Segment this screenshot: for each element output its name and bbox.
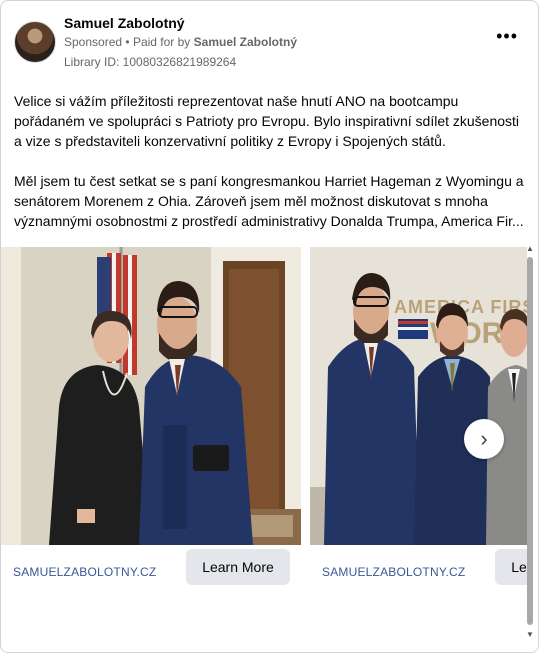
carousel-image-1[interactable] [1, 247, 301, 545]
page-avatar[interactable] [14, 21, 56, 63]
library-id: Library ID: 10080326821989264 [64, 55, 237, 69]
scroll-down-arrow-icon[interactable]: ▼ [526, 631, 534, 639]
post-paragraph-2-line-2: významnými osobnostmi z prostředí admini… [14, 213, 524, 229]
carousel-next-arrow-icon[interactable]: › [464, 419, 504, 459]
card-2-learn-more-button[interactable]: Learn More [495, 549, 527, 585]
carousel: SAMUELZABOLOTNY.CZ Learn More AMERICA FI… [1, 247, 527, 597]
post-paragraph-1: Velice si vážím příležitosti reprezentov… [14, 93, 520, 149]
page-name-link[interactable]: Samuel Zabolotný [64, 15, 185, 31]
ad-card: Samuel Zabolotný Sponsored • Paid for by… [0, 0, 539, 653]
scroll-up-arrow-icon[interactable]: ▲ [526, 245, 534, 253]
paid-for-name: Samuel Zabolotný [193, 35, 298, 49]
card-1-url[interactable]: SAMUELZABOLOTNY.CZ [13, 565, 156, 579]
carousel-card-1[interactable]: SAMUELZABOLOTNY.CZ Learn More [1, 247, 301, 597]
carousel-image-2[interactable]: AMERICA FIRST WORKS WOR [310, 247, 527, 545]
more-options-icon[interactable]: ••• [496, 27, 518, 45]
separator-dot: • [125, 35, 133, 49]
sponsored-label: Sponsored [64, 35, 123, 49]
post-paragraph-2: Měl jsem tu čest setkat se s paní kongre… [14, 171, 524, 231]
post-paragraph-2-line-1: Měl jsem tu čest setkat se s paní kongre… [14, 173, 524, 209]
scrollbar-thumb[interactable] [527, 257, 533, 625]
card-2-url[interactable]: SAMUELZABOLOTNY.CZ [322, 565, 465, 579]
sponsored-line: Sponsored • Paid for by Samuel Zabolotný [64, 35, 297, 49]
card-1-learn-more-button[interactable]: Learn More [186, 549, 290, 585]
post-text: Velice si vážím příležitosti reprezentov… [14, 91, 524, 231]
vertical-scrollbar[interactable]: ▲ ▼ [526, 245, 534, 639]
post-header: Samuel Zabolotný Sponsored • Paid for by… [13, 15, 526, 75]
paid-for-label: Paid for by [132, 35, 191, 49]
